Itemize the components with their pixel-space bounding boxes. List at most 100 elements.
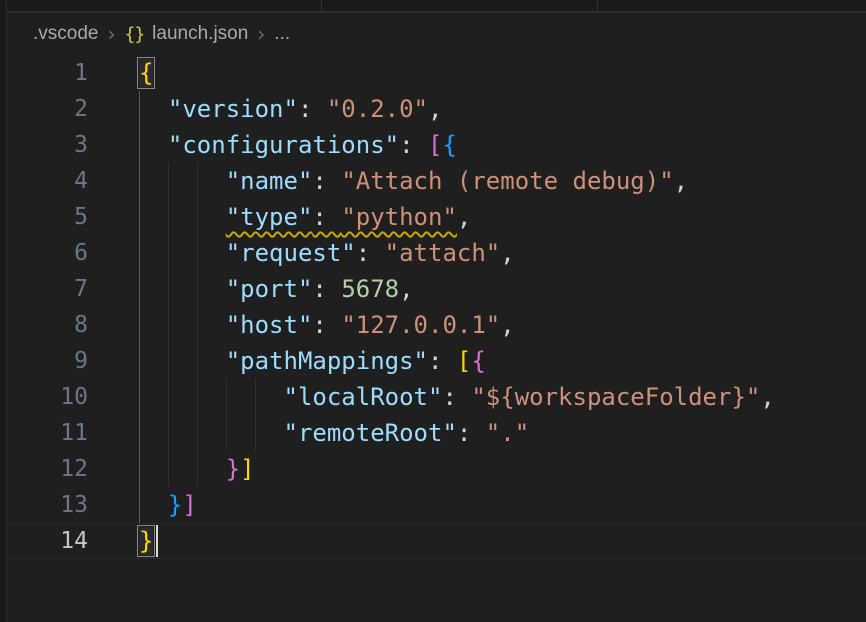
- indent-guide: [168, 235, 169, 271]
- code-token: "name": [226, 167, 313, 195]
- indent-guide: [139, 343, 140, 379]
- indent-guide: [168, 163, 169, 199]
- code-token: ]: [240, 455, 254, 483]
- line-number[interactable]: 8: [0, 307, 88, 343]
- line-number[interactable]: 4: [0, 163, 88, 199]
- chevron-right-icon: ›: [107, 22, 115, 46]
- code-line[interactable]: 3 "configurations": [{: [0, 127, 866, 163]
- code-token: [139, 131, 168, 159]
- code-token: ".": [486, 419, 529, 447]
- indent-guide: [168, 307, 169, 343]
- code-token: "127.0.0.1": [341, 311, 500, 339]
- indent-guide: [139, 487, 140, 523]
- code-line[interactable]: 10 "localRoot": "${workspaceFolder}",: [0, 379, 866, 415]
- code-content: "port": 5678,: [139, 271, 414, 307]
- code-token: [139, 239, 226, 267]
- code-token: [139, 167, 226, 195]
- line-number[interactable]: 12: [0, 451, 88, 487]
- code-line[interactable]: 9 "pathMappings": [{: [0, 343, 866, 379]
- breadcrumb-file[interactable]: {} launch.json: [124, 23, 248, 45]
- code-line[interactable]: 13 }]: [0, 487, 866, 523]
- line-number[interactable]: 7: [0, 271, 88, 307]
- indent-guide: [139, 415, 140, 451]
- code-token: "request": [226, 239, 356, 267]
- tab-segment-1[interactable]: [0, 0, 322, 11]
- code-content: "type": "python",: [139, 199, 471, 235]
- breadcrumb-symbol-ellipsis[interactable]: ...: [274, 23, 290, 45]
- code-token: [139, 275, 226, 303]
- line-number[interactable]: 5: [0, 199, 88, 235]
- indent-guide: [226, 379, 227, 415]
- code-line[interactable]: 2 "version": "0.2.0",: [0, 91, 866, 127]
- line-number[interactable]: 6: [0, 235, 88, 271]
- code-token: :: [428, 347, 457, 375]
- code-token: "type": [226, 203, 313, 231]
- code-token: :: [399, 131, 428, 159]
- json-braces-icon: {}: [124, 24, 144, 45]
- code-token: :: [312, 203, 341, 231]
- tab-segment-2[interactable]: [322, 0, 598, 11]
- indent-guide: [255, 415, 256, 451]
- code-token: {: [471, 347, 485, 375]
- code-line[interactable]: 5 "type": "python",: [0, 199, 866, 235]
- indent-guide: [197, 235, 198, 271]
- code-token: "pathMappings": [226, 347, 428, 375]
- indent-guide: [139, 91, 140, 127]
- line-number[interactable]: 14: [0, 523, 88, 559]
- code-line[interactable]: 8 "host": "127.0.0.1",: [0, 307, 866, 343]
- matched-bracket: {: [139, 59, 153, 87]
- indent-guide: [139, 127, 140, 163]
- code-content: {: [139, 55, 153, 91]
- indent-guide: [139, 451, 140, 487]
- line-number[interactable]: 13: [0, 487, 88, 523]
- line-number[interactable]: 3: [0, 127, 88, 163]
- indent-guide: [197, 415, 198, 451]
- code-lines: 1{2 "version": "0.2.0",3 "configurations…: [0, 55, 866, 559]
- code-line[interactable]: 4 "name": "Attach (remote debug)",: [0, 163, 866, 199]
- indent-guide: [168, 415, 169, 451]
- line-number[interactable]: 11: [0, 415, 88, 451]
- code-token: :: [312, 275, 341, 303]
- code-content: "pathMappings": [{: [139, 343, 486, 379]
- line-number[interactable]: 10: [0, 379, 88, 415]
- code-token: "localRoot": [284, 383, 443, 411]
- code-token: ,: [399, 275, 413, 303]
- indent-guide: [226, 415, 227, 451]
- code-line[interactable]: 1{: [0, 55, 866, 91]
- line-number[interactable]: 1: [0, 55, 88, 91]
- indent-guide: [168, 271, 169, 307]
- code-token: ,: [500, 239, 514, 267]
- tab-bar: [0, 0, 866, 13]
- code-token: {: [442, 131, 456, 159]
- code-token: 5678: [341, 275, 399, 303]
- code-line[interactable]: 12 }]: [0, 451, 866, 487]
- indent-guide: [168, 379, 169, 415]
- code-line[interactable]: 6 "request": "attach",: [0, 235, 866, 271]
- indent-guide: [197, 271, 198, 307]
- breadcrumb-folder[interactable]: .vscode: [33, 23, 98, 45]
- editor[interactable]: 1{2 "version": "0.2.0",3 "configurations…: [0, 55, 866, 559]
- code-token: [139, 95, 168, 123]
- code-content: "remoteRoot": ".": [139, 415, 529, 451]
- code-token: [139, 203, 226, 231]
- tab-segment-3[interactable]: [598, 0, 866, 11]
- code-line[interactable]: 11 "remoteRoot": ".": [0, 415, 866, 451]
- line-number[interactable]: 2: [0, 91, 88, 127]
- code-content: "request": "attach",: [139, 235, 515, 271]
- code-line[interactable]: 14}: [0, 523, 866, 559]
- code-line[interactable]: 7 "port": 5678,: [0, 271, 866, 307]
- indent-guide: [197, 307, 198, 343]
- code-token: "python": [341, 203, 457, 231]
- code-token: "Attach (remote debug)": [341, 167, 673, 195]
- line-number[interactable]: 9: [0, 343, 88, 379]
- code-token: ]: [182, 491, 196, 519]
- indent-guide: [197, 451, 198, 487]
- code-content: "host": "127.0.0.1",: [139, 307, 515, 343]
- code-token: [: [428, 131, 442, 159]
- code-token: }: [226, 455, 240, 483]
- indent-guide: [139, 271, 140, 307]
- indent-guide: [139, 307, 140, 343]
- code-content: }: [139, 523, 153, 559]
- code-token: [139, 311, 226, 339]
- code-token: ,: [428, 95, 442, 123]
